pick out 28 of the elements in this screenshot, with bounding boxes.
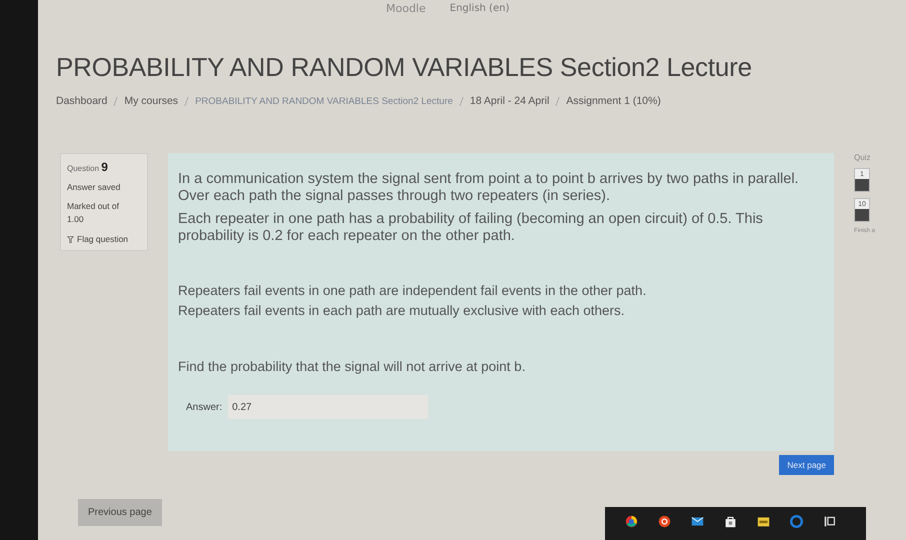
nav-link[interactable]: English (en) [450,4,510,14]
question-number: Question 9 [67,160,109,174]
next-page-button[interactable]: Next page [779,455,834,475]
breadcrumb-link[interactable]: Dashboard [56,95,108,107]
breadcrumb-link[interactable]: Assignment 1 (10%) [566,95,661,107]
answer-state: Answer saved [67,182,122,192]
question-text: In a communication system the signal sent from point a to point b arrives by two paths in parallel. Over each path the signal passes through two repeaters (in series). [178,171,800,205]
question-text: Each repeater in one path has a probability of failing (becoming an open circuit) of 0.5. This probability is 0.2 for each repeater on the other path. [178,211,764,245]
browser-icon[interactable] [625,515,638,528]
breadcrumb-link[interactable]: 18 April - 24 April [470,95,550,107]
mark-value: 1.00 [67,214,85,224]
mail-icon[interactable] [691,515,704,528]
question-text: Find the probability that the signal will not arrive at point b. [178,358,526,376]
quiz-navigation-title: Quiz [854,153,870,162]
window-icon[interactable] [823,515,836,528]
breadcrumb-link[interactable]: My courses [124,95,178,107]
circle-app-icon[interactable] [658,515,671,528]
page-title: PROBABILITY AND RANDOM VARIABLES Section2 Lecture [56,52,753,83]
answer-field[interactable]: 0.27 [228,395,428,419]
flag-question-link[interactable]: Flag question [77,234,128,244]
mark-label: Marked out of [67,201,120,211]
folder-icon[interactable] [757,515,770,528]
answer-label: Answer: [186,402,222,412]
question-text: Repeaters fail events in each path are mutually exclusive with each others. [178,302,626,320]
bag-icon[interactable] [724,515,737,528]
question-text: Repeaters fail events in one path are independent fail events in the other path. [178,282,648,300]
previous-page-button[interactable]: Previous page [78,499,162,526]
breadcrumb-link[interactable]: PROBABILITY AND RANDOM VARIABLES Section2 Lecture [195,96,453,106]
